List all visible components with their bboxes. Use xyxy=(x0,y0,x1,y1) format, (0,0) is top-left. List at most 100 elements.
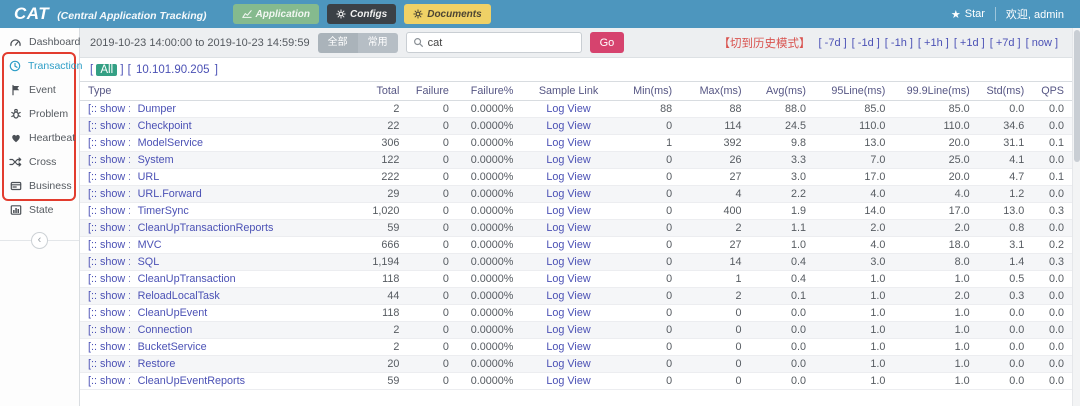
table-row: [:: show ::]MVC66600.0000%Log View0271.0… xyxy=(80,236,1072,254)
show-link[interactable]: [:: show ::] xyxy=(80,321,130,339)
show-link[interactable]: [:: show ::] xyxy=(80,151,130,169)
type-link[interactable]: Connection xyxy=(138,324,193,336)
log-view-link[interactable]: Log View xyxy=(546,358,590,370)
machine-chip[interactable]: All xyxy=(96,64,118,76)
log-view-link[interactable]: Log View xyxy=(546,341,590,353)
show-link[interactable]: [:: show ::] xyxy=(80,219,130,237)
show-link[interactable]: [:: show ::] xyxy=(80,270,130,288)
search-box[interactable] xyxy=(405,32,582,53)
time-shift-link[interactable]: [ -1h ] xyxy=(885,37,913,49)
history-mode-link[interactable]: 【切到历史模式】 xyxy=(719,35,811,51)
log-view-link[interactable]: Log View xyxy=(546,222,590,234)
show-link[interactable]: [:: show ::] xyxy=(80,355,130,373)
column-header-std-ms-[interactable]: Std(ms) xyxy=(977,81,1033,101)
log-view-link[interactable]: Log View xyxy=(546,307,590,319)
sidebar-collapse-button[interactable]: ‹ xyxy=(31,232,48,249)
show-link[interactable]: [:: show ::] xyxy=(80,372,130,390)
p999-cell: 1.0 xyxy=(893,338,978,356)
type-link[interactable]: Restore xyxy=(138,358,176,370)
log-view-link[interactable]: Log View xyxy=(546,290,590,302)
filter-button[interactable]: 全部 xyxy=(317,32,358,53)
log-view-link[interactable]: Log View xyxy=(546,273,590,285)
column-header-95line-ms-[interactable]: 95Line(ms) xyxy=(814,81,894,101)
sidebar-item-problem[interactable]: Problem xyxy=(0,102,79,126)
show-link[interactable]: [:: show ::] xyxy=(80,134,130,152)
type-link[interactable]: TimerSync xyxy=(138,205,189,217)
log-view-link[interactable]: Log View xyxy=(546,137,590,149)
avg-cell: 88.0 xyxy=(749,100,815,118)
sidebar-item-transaction[interactable]: Transaction xyxy=(0,54,82,78)
sidebar-item-heartbeat[interactable]: Heartbeat xyxy=(0,126,79,150)
failure-pct-cell: 0.0000% xyxy=(456,151,522,169)
sidebar-item-cross[interactable]: Cross xyxy=(0,150,79,174)
time-shift-link[interactable]: [ +1d ] xyxy=(954,37,985,49)
log-view-link[interactable]: Log View xyxy=(546,188,590,200)
type-link[interactable]: BucketService xyxy=(138,341,207,353)
column-header-qps[interactable]: QPS xyxy=(1032,81,1072,101)
column-header-total[interactable]: Total xyxy=(318,81,408,101)
type-link[interactable]: URL xyxy=(138,171,160,183)
type-link[interactable]: Dumper xyxy=(138,103,176,115)
column-header-type[interactable]: Type xyxy=(80,81,319,101)
log-view-link[interactable]: Log View xyxy=(546,205,590,217)
log-view-link[interactable]: Log View xyxy=(546,256,590,268)
time-shift-link[interactable]: [ +7d ] xyxy=(990,37,1021,49)
nav-documents-button[interactable]: Documents xyxy=(404,4,491,24)
welcome-admin[interactable]: 欢迎, admin xyxy=(996,6,1070,22)
log-view-link[interactable]: Log View xyxy=(546,103,590,115)
type-link[interactable]: System xyxy=(138,154,174,166)
show-link[interactable]: [:: show ::] xyxy=(80,287,130,305)
column-header-failure-[interactable]: Failure% xyxy=(456,81,522,101)
type-link[interactable]: MVC xyxy=(138,239,162,251)
time-shift-link[interactable]: [ -1d ] xyxy=(852,37,880,49)
time-shift-link[interactable]: [ -7d ] xyxy=(819,37,847,49)
show-link[interactable]: [:: show ::] xyxy=(80,117,130,135)
column-header-avg-ms-[interactable]: Avg(ms) xyxy=(749,81,815,101)
star-button[interactable]: ★ Star xyxy=(941,8,995,21)
type-link[interactable]: ReloadLocalTask xyxy=(138,290,220,302)
sidebar-item-event[interactable]: Event xyxy=(0,78,79,102)
show-link[interactable]: [:: show ::] xyxy=(80,185,130,203)
scrollbar-thumb[interactable] xyxy=(1074,30,1080,162)
type-link[interactable]: CleanUpTransactionReports xyxy=(138,222,274,234)
type-link[interactable]: CleanUpEvent xyxy=(138,307,208,319)
log-view-link[interactable]: Log View xyxy=(546,375,590,387)
log-view-link[interactable]: Log View xyxy=(546,120,590,132)
show-link[interactable]: [:: show ::] xyxy=(80,236,130,254)
vertical-scrollbar[interactable] xyxy=(1072,28,1080,406)
column-header-99-9line-ms-[interactable]: 99.9Line(ms) xyxy=(893,81,978,101)
type-link[interactable]: CleanUpTransaction xyxy=(138,273,236,285)
time-shift-link[interactable]: [ +1h ] xyxy=(918,37,949,49)
sidebar-item-dashboard[interactable]: Dashboard xyxy=(0,30,80,54)
nav-configs-button[interactable]: Configs xyxy=(327,4,397,24)
column-header-max-ms-[interactable]: Max(ms) xyxy=(680,81,750,101)
show-link[interactable]: [:: show ::] xyxy=(80,168,130,186)
log-view-link[interactable]: Log View xyxy=(546,154,590,166)
nav-application-button[interactable]: Application xyxy=(232,4,319,24)
show-link[interactable]: [:: show ::] xyxy=(80,304,130,322)
type-link[interactable]: URL.Forward xyxy=(138,188,202,200)
sidebar-item-state[interactable]: State xyxy=(0,198,79,222)
search-input[interactable] xyxy=(427,36,575,49)
go-button[interactable]: Go xyxy=(589,32,625,53)
show-link[interactable]: [:: show ::] xyxy=(80,338,130,356)
show-link[interactable]: [:: show ::] xyxy=(80,253,130,271)
show-link[interactable]: [:: show ::] xyxy=(80,100,130,118)
type-link[interactable]: ModelService xyxy=(138,137,203,149)
table-row: [:: show ::]ReloadLocalTask4400.0000%Log… xyxy=(80,287,1072,305)
machine-chip[interactable]: 10.101.90.205 xyxy=(134,64,212,76)
filter-button[interactable]: 常用 xyxy=(357,32,398,53)
time-shift-link[interactable]: [ now ] xyxy=(1026,37,1058,49)
log-view-link[interactable]: Log View xyxy=(546,171,590,183)
show-link[interactable]: [:: show ::] xyxy=(80,202,130,220)
time-shift-links: [ -7d ] [ -1d ] [ -1h ] [ +1h ] [ +1d ] [ +7d… xyxy=(819,37,1062,49)
sidebar-item-business[interactable]: Business xyxy=(0,174,79,198)
column-header-failure[interactable]: Failure xyxy=(407,81,457,101)
column-header-sample-link[interactable]: Sample Link xyxy=(521,81,616,101)
type-link[interactable]: SQL xyxy=(138,256,160,268)
log-view-link[interactable]: Log View xyxy=(546,324,590,336)
log-view-link[interactable]: Log View xyxy=(546,239,590,251)
type-link[interactable]: Checkpoint xyxy=(138,120,192,132)
type-link[interactable]: CleanUpEventReports xyxy=(138,375,245,387)
column-header-min-ms-[interactable]: Min(ms) xyxy=(615,81,681,101)
